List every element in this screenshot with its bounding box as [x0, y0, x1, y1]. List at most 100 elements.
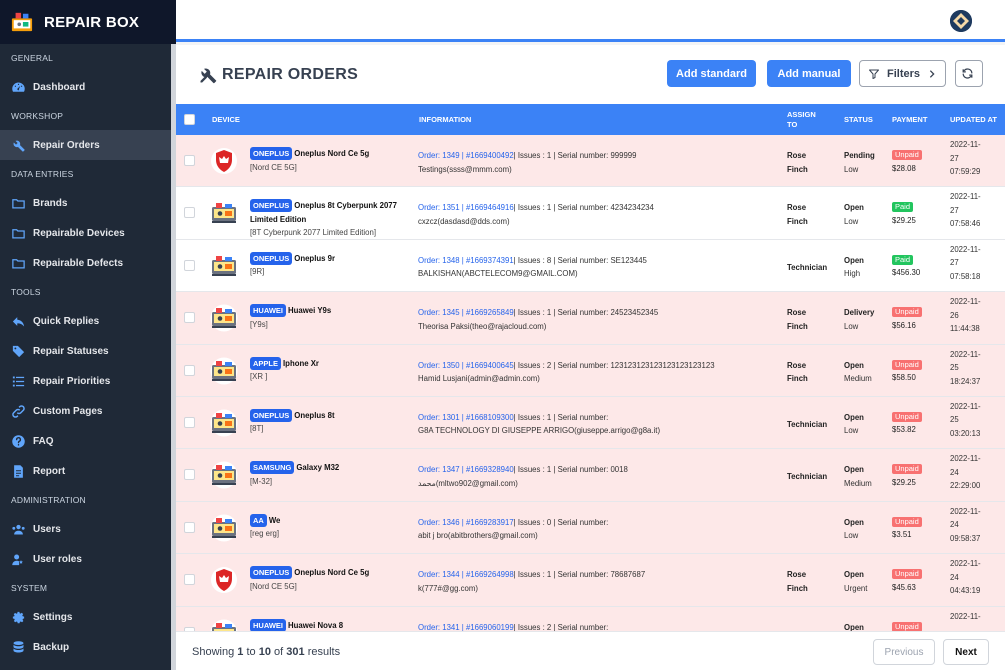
device-name[interactable]: We	[269, 516, 281, 525]
sidebar-item-quick-replies[interactable]: Quick Replies	[0, 306, 176, 336]
repair-shop-icon	[210, 409, 238, 437]
select-all-checkbox[interactable]	[184, 114, 195, 125]
device-name[interactable]: Oneplus 8t	[294, 411, 334, 420]
refresh-button[interactable]	[955, 60, 983, 87]
row-checkbox[interactable]	[184, 416, 195, 428]
device-name[interactable]: Galaxy M32	[296, 463, 339, 472]
row-checkbox[interactable]	[184, 469, 195, 481]
table-row[interactable]: ONEPLUS Oneplus 8t [8T] Order: 1301 | #16…	[176, 396, 1005, 450]
priority-text: Low	[844, 531, 859, 541]
row-checkbox[interactable]	[184, 312, 195, 324]
order-link[interactable]: Order: 1350 | #1669400645	[418, 361, 514, 370]
assignee-first: Technician	[787, 472, 828, 482]
status-text: Open	[844, 517, 864, 527]
device-name[interactable]: Huawei Y9s	[288, 306, 331, 315]
device-info[interactable]: HUAWEI Huawei Nova 8	[250, 618, 408, 633]
sidebar-item-repairable-devices[interactable]: Repairable Devices	[0, 218, 176, 248]
updated-date: 2022-11-	[950, 506, 981, 516]
status-text: Pending	[844, 151, 875, 160]
priority-text: Low	[844, 321, 859, 331]
order-link[interactable]: Order: 1344 | #1669264998	[418, 570, 514, 579]
sidebar-item-repairable-defects[interactable]: Repairable Defects	[0, 248, 176, 278]
sidebar-item-settings[interactable]: Settings	[0, 602, 176, 632]
header-payment[interactable]: PAYMENT	[892, 115, 927, 124]
row-checkbox[interactable]	[184, 259, 195, 271]
previous-page-button[interactable]: Previous	[873, 639, 935, 665]
header-device[interactable]: DEVICE	[212, 115, 240, 124]
add-standard-button[interactable]: Add standard	[667, 60, 756, 87]
brand[interactable]: REPAIR BOX	[0, 0, 176, 44]
header-information[interactable]: INFORMATION	[419, 115, 471, 124]
sidebar-item-repair-statuses[interactable]: Repair Statuses	[0, 336, 176, 366]
device-name[interactable]: Oneplus Nord Ce 5g	[294, 568, 369, 577]
order-link[interactable]: Order: 1347 | #1669328940	[418, 465, 514, 474]
brand-badge: ONEPLUS	[250, 566, 293, 580]
device-name[interactable]: Oneplus Nord Ce 5g	[294, 149, 369, 158]
updated-date: 2022-11-	[950, 454, 981, 464]
device-name[interactable]: Iphone Xr	[283, 359, 319, 368]
row-checkbox[interactable]	[184, 574, 195, 586]
table-row[interactable]: ONEPLUS Oneplus 8t Cyberpunk 2077 Limited…	[176, 187, 1005, 240]
device-info[interactable]: ONEPLUS Oneplus Nord Ce 5g [Nord CE 5G]	[250, 566, 408, 593]
order-link[interactable]: Order: 1349 | #1669400492	[418, 151, 514, 160]
device-info[interactable]: AA We [reg erg]	[250, 513, 408, 541]
updated-at: 2022-11- 27 07:59:29	[950, 138, 981, 179]
order-link[interactable]: Order: 1345 | #1669265849	[418, 308, 514, 317]
filters-button[interactable]: Filters	[859, 60, 946, 87]
sidebar-item-faq[interactable]: FAQ	[0, 426, 176, 456]
header-assign-to[interactable]: ASSIGN TO	[787, 110, 827, 130]
sidebar-item-dashboard[interactable]: Dashboard	[0, 72, 176, 102]
row-checkbox[interactable]	[184, 521, 195, 533]
table-row[interactable]: ONEPLUS Oneplus 9r [9R] Order: 1348 | #16…	[176, 239, 1005, 293]
device-info[interactable]: ONEPLUS Oneplus 8t Cyberpunk 2077 Limited…	[250, 199, 408, 240]
sidebar-item-report[interactable]: Report	[0, 456, 176, 486]
table-row[interactable]: ONEPLUS Oneplus Nord Ce 5g [Nord CE 5G] O…	[176, 554, 1005, 607]
next-page-button[interactable]: Next	[943, 639, 989, 665]
sidebar-item-repair-priorities[interactable]: Repair Priorities	[0, 366, 176, 396]
status-text: Delivery	[844, 308, 875, 318]
avatar[interactable]	[950, 10, 972, 32]
add-manual-button[interactable]: Add manual	[767, 60, 851, 87]
sidebar-item-backup[interactable]: Backup	[0, 632, 176, 662]
payment-status-badge: Unpaid	[892, 569, 922, 580]
filters-label: Filters	[886, 67, 920, 80]
updated-date: 2022-11-	[950, 244, 981, 254]
sidebar-item-repair-orders[interactable]: Repair Orders	[0, 130, 176, 160]
order-link[interactable]: Order: 1348 | #1669374391	[418, 256, 514, 265]
order-information: Order: 1344 | #1669264998| Issues : 1 | …	[418, 568, 783, 595]
payment-amount: $29.25	[892, 215, 916, 225]
updated-at: 2022-11- 27 07:58:18	[950, 243, 981, 284]
sidebar-item-users[interactable]: Users	[0, 514, 176, 544]
assignee-first: Rose	[787, 151, 807, 160]
row-checkbox[interactable]	[184, 155, 195, 166]
device-name[interactable]: Oneplus 9r	[294, 254, 335, 263]
device-info[interactable]: HUAWEI Huawei Y9s [Y9s]	[250, 304, 408, 331]
updated-day: 24	[950, 572, 959, 582]
sidebar-item-user-roles[interactable]: User roles	[0, 544, 176, 574]
order-link[interactable]: Order: 1351 | #1669464916	[418, 203, 514, 212]
device-info[interactable]: ONEPLUS Oneplus 9r [9R]	[250, 251, 408, 279]
header-status[interactable]: STATUS	[844, 115, 873, 124]
order-link[interactable]: Order: 1346 | #1669283917	[418, 518, 514, 527]
assignee: Technician	[787, 418, 839, 432]
priority-text: Low	[844, 164, 859, 174]
table-row[interactable]: AA We [reg erg] Order: 1346 | #1669283917…	[176, 501, 1005, 555]
sidebar-item-brands[interactable]: Brands	[0, 188, 176, 218]
table-row[interactable]: HUAWEI Huawei Y9s [Y9s] Order: 1345 | #16…	[176, 292, 1005, 345]
header-updated-at[interactable]: UPDATED AT	[950, 115, 998, 125]
order-link[interactable]: Order: 1301 | #1668109300	[418, 413, 514, 422]
table-row[interactable]: APPLE Iphone Xr [XR ] Order: 1350 | #1669…	[176, 344, 1005, 397]
device-info[interactable]: ONEPLUS Oneplus Nord Ce 5g [Nord CE 5G]	[250, 147, 408, 174]
device-name[interactable]: Huawei Nova 8	[288, 621, 343, 630]
assignee-first: Rose	[787, 360, 807, 370]
table-row[interactable]: SAMSUNG Galaxy M32 [M-32] Order: 1347 | #…	[176, 449, 1005, 502]
assignee: Rose Finch	[787, 306, 839, 333]
device-info[interactable]: SAMSUNG Galaxy M32 [M-32]	[250, 461, 408, 488]
row-checkbox[interactable]	[184, 207, 195, 219]
row-checkbox[interactable]	[184, 364, 195, 376]
table-row[interactable]: ONEPLUS Oneplus Nord Ce 5g [Nord CE 5G] O…	[176, 135, 1005, 188]
updated-time: 18:24:37	[950, 376, 981, 386]
sidebar-item-custom-pages[interactable]: Custom Pages	[0, 396, 176, 426]
device-info[interactable]: APPLE Iphone Xr [XR ]	[250, 356, 408, 384]
device-info[interactable]: ONEPLUS Oneplus 8t [8T]	[250, 408, 408, 436]
